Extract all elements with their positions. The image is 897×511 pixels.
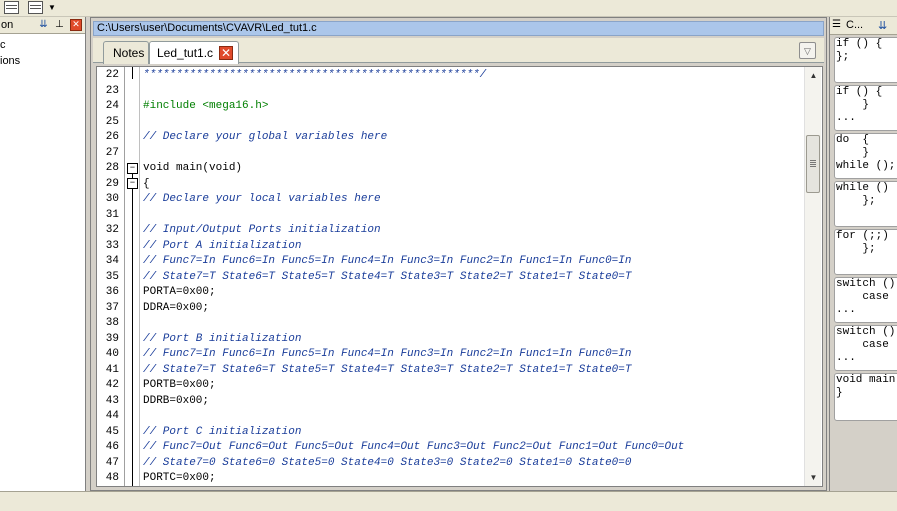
code-template-snippet[interactable]: while () }; [834,181,897,227]
dropdown-arrow-icon[interactable]: ▼ [48,4,56,12]
line-number-gutter: 22 23 24 25 26 27 28 29 30 31 32 33 34 35 36 37 38 39 40 41… [97,67,125,486]
code-line[interactable]: DDRB=0x00; [143,394,209,410]
line-number: 46 [105,441,119,453]
line-number: 25 [105,115,119,128]
line-number: 45 [105,425,119,438]
code-line[interactable]: // Func7=In Func6=In Func5=In Func4=In F… [143,254,631,270]
collapse-icon[interactable]: ⇊ [878,19,887,32]
right-panel-header: ☰ C... ⇊ [830,17,897,35]
tab-bar: Notes Led_tut1.c ✕ ▽ [93,38,824,64]
tree-item[interactable]: ions [0,55,20,67]
templates-icon: ☰ [832,19,841,30]
tab-list-chevron-icon[interactable]: ▽ [799,42,816,59]
vertical-scrollbar[interactable]: ▲ ▼ [804,67,821,486]
line-number: 34 [105,255,119,267]
list-view-icon[interactable] [4,1,19,14]
code-line[interactable]: PORTA=0x00; [143,285,216,301]
line-number: 48 [105,472,119,484]
grid-view-icon[interactable] [28,1,43,14]
code-line[interactable]: void main(void) [143,161,242,177]
code-template-snippet[interactable]: void main } [834,373,897,421]
code-line[interactable]: PORTC=0x00; [143,471,216,486]
line-number: 42 [105,379,119,391]
code-line[interactable]: { [143,177,150,193]
line-number: 23 [105,84,119,97]
fold-line [132,169,133,486]
left-panel-title: on [1,19,14,31]
line-number: 27 [105,146,119,159]
tab-label: Notes [113,46,145,60]
fold-margin: − − [126,67,140,486]
line-number: 41 [105,363,119,376]
code-line[interactable]: // Port B initialization [143,332,301,348]
line-number: 40 [105,348,119,360]
code-template-snippet[interactable]: if () { } ... [834,85,897,131]
code-template-snippet[interactable]: switch () case ... [834,325,897,371]
close-icon[interactable]: ✕ [70,19,82,31]
code-line[interactable]: // Declare your global variables here [143,130,387,146]
collapse-icon[interactable]: ⇊ [38,19,49,30]
fold-collapse-icon[interactable]: − [127,163,138,174]
code-line[interactable]: // State7=T State6=T State5=T State4=T S… [143,363,631,379]
line-number: 44 [105,410,119,422]
file-path: C:\Users\user\Documents\CVAVR\Led_tut1.c [97,22,317,34]
code-line[interactable]: // State7=T State6=T State5=T State4=T S… [143,270,631,286]
code-line[interactable]: // Func7=In Func6=In Func5=In Func4=In F… [143,347,631,363]
code-line[interactable]: // Port A initialization [143,239,301,255]
line-number: 28 [105,162,119,174]
line-number: 31 [105,208,119,221]
tree-item[interactable]: c [0,39,6,51]
code-line[interactable]: DDRA=0x00; [143,301,209,317]
line-number: 43 [105,394,119,407]
code-line[interactable]: // Input/Output Ports initialization [143,223,381,239]
code-line[interactable]: // State7=0 State6=0 State5=0 State4=0 S… [143,456,631,472]
code-template-snippet[interactable]: do { } while (); [834,133,897,179]
left-panel-header: on ⇊ ⊥ ✕ [0,17,85,34]
code-line[interactable]: #include <mega16.h> [143,99,268,115]
line-number: 24 [105,100,119,112]
line-number: 36 [105,286,119,298]
line-number: 26 [105,131,119,143]
code-line[interactable]: // Func7=Out Func6=Out Func5=Out Func4=O… [143,440,684,456]
line-number: 33 [105,239,119,252]
left-panel: on ⇊ ⊥ ✕ c ions [0,17,86,491]
tab-label: Led_tut1.c [157,46,214,60]
editor-title-bar: C:\Users\user\Documents\CVAVR\Led_tut1.c [93,21,824,36]
code-line[interactable]: ****************************************… [143,68,486,84]
tab-notes[interactable]: Notes [103,41,149,64]
code-editor[interactable]: 22 23 24 25 26 27 28 29 30 31 32 33 34 35 36 37 38 39 40 41… [96,66,823,487]
line-number: 47 [105,456,119,469]
code-template-snippet[interactable]: for (;;) }; [834,229,897,275]
fold-line [132,67,133,79]
line-number: 30 [105,193,119,205]
code-template-snippet[interactable]: switch () case ... [834,277,897,323]
scrollbar-thumb[interactable] [806,135,820,193]
line-number: 22 [105,69,119,81]
line-number: 35 [105,270,119,283]
pin-icon[interactable]: ⊥ [54,19,65,30]
code-template-snippet[interactable]: if () { }; [834,37,897,83]
fold-collapse-icon[interactable]: − [127,178,138,189]
code-line[interactable]: // Port C initialization [143,425,301,441]
close-tab-icon[interactable]: ✕ [219,46,233,60]
code-line[interactable]: PORTB=0x00; [143,378,216,394]
line-number: 37 [105,301,119,314]
tab-led-tut1[interactable]: Led_tut1.c ✕ [149,41,239,64]
scroll-down-icon[interactable]: ▼ [805,469,822,486]
code-templates-panel: ☰ C... ⇊ if () { }; if () { } ... do { } w… [829,17,897,491]
line-number: 39 [105,332,119,345]
editor-window: C:\Users\user\Documents\CVAVR\Led_tut1.c… [90,17,827,491]
main-toolbar: ▼ [0,0,897,17]
line-number: 32 [105,224,119,236]
right-panel-title: C... [846,19,864,31]
line-number: 38 [105,317,119,329]
scroll-up-icon[interactable]: ▲ [805,67,822,84]
code-line[interactable]: // Declare your local variables here [143,192,381,208]
line-number: 29 [105,177,119,190]
status-bar [0,491,897,511]
